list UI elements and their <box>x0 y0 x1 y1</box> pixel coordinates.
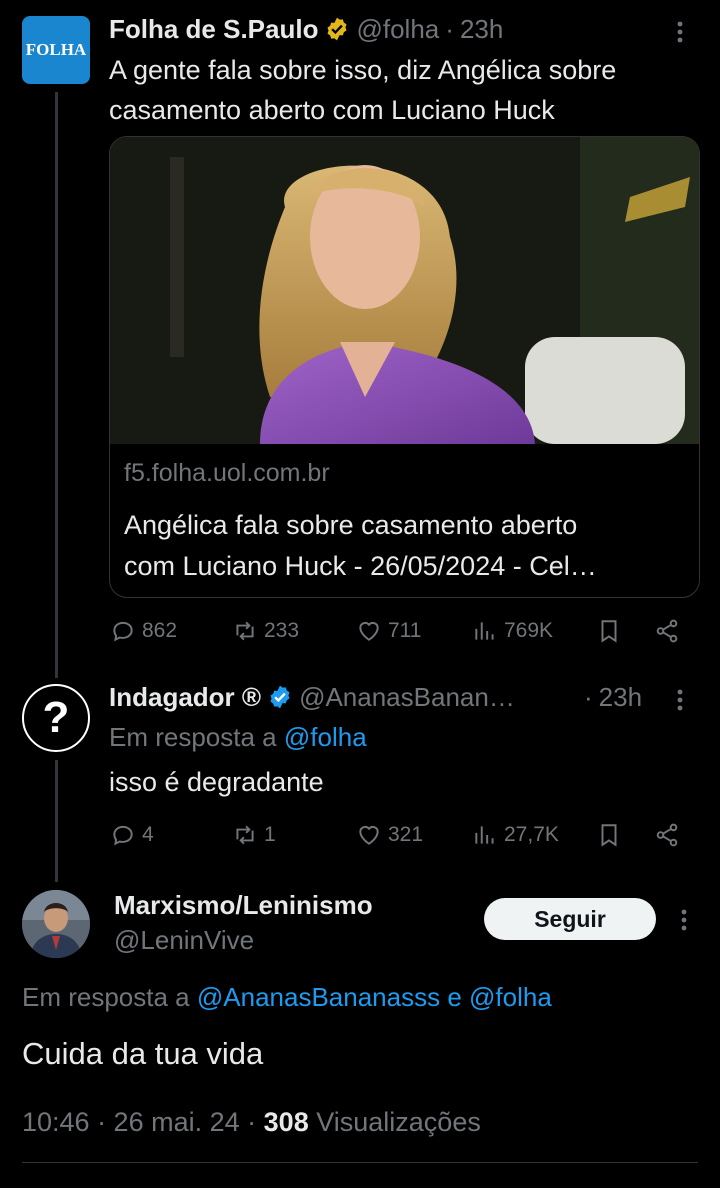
avatar-indagador[interactable]: ? <box>22 684 90 752</box>
avatar-folha[interactable]: FOLHA <box>22 16 90 84</box>
like-icon <box>359 825 379 845</box>
tweet-time[interactable]: 23h <box>599 682 642 713</box>
like-count: 321 <box>388 823 424 846</box>
reply-mention[interactable]: @folha <box>469 982 552 1012</box>
more-icon[interactable] <box>676 688 684 712</box>
like-button[interactable]: 711 <box>356 618 421 644</box>
reply-mention[interactable]: @AnanasBananasss <box>197 982 440 1012</box>
repost-count: 233 <box>264 619 300 642</box>
reply-count: 862 <box>142 619 178 642</box>
repost-icon <box>236 825 254 845</box>
author-name[interactable]: Folha de S.Paulo <box>109 14 318 45</box>
link-card-title-line: com Luciano Huck - 26/05/2024 - Cel… <box>124 551 597 581</box>
reply-prefix: Em resposta a <box>22 982 190 1012</box>
share-icon <box>656 823 678 847</box>
views-icon <box>475 826 494 844</box>
share-button[interactable] <box>654 822 680 848</box>
repost-count: 1 <box>264 823 276 846</box>
repost-button[interactable]: 1 <box>232 822 276 848</box>
tweet-text: isso é degradante <box>109 767 324 797</box>
views-icon <box>475 622 494 640</box>
reply-icon <box>113 621 133 642</box>
like-button[interactable]: 321 <box>356 822 423 848</box>
question-mark-avatar: ? <box>42 693 70 742</box>
bookmark-icon <box>601 620 617 643</box>
bookmark-icon <box>601 824 617 847</box>
author-handle[interactable]: @LeninVive <box>114 925 254 956</box>
views-count: 308 <box>263 1107 309 1137</box>
views-count: 27,7K <box>504 823 559 846</box>
tweet-meta: 10:46 · 26 mai. 24 · 308 Visualizações <box>22 1107 481 1138</box>
views-button[interactable]: 27,7K <box>472 822 559 848</box>
avatar-marxismo[interactable] <box>22 890 90 958</box>
reply-conjunction: e <box>447 982 462 1012</box>
link-card-title[interactable]: Angélica fala sobre casamento aberto com… <box>124 505 597 587</box>
link-card-domain[interactable]: f5.folha.uol.com.br <box>124 459 330 488</box>
more-icon[interactable] <box>680 908 688 932</box>
author-handle[interactable]: @folha <box>356 14 439 45</box>
link-card[interactable]: f5.folha.uol.com.br Angélica fala sobre … <box>109 136 700 598</box>
thread-line <box>55 92 58 678</box>
reply-button[interactable]: 4 <box>110 822 154 848</box>
reply-count: 4 <box>142 823 154 846</box>
tweet-text: A gente fala sobre isso, diz Angélica so… <box>109 50 616 130</box>
thread-line <box>55 760 58 882</box>
tweet-time[interactable]: 23h <box>460 14 503 45</box>
share-icon <box>656 619 678 643</box>
author-name[interactable]: Marxismo/Leninismo <box>114 890 373 921</box>
reply-icon <box>113 825 133 846</box>
views-count: 769K <box>504 619 554 642</box>
author-name[interactable]: Indagador ® <box>109 682 261 713</box>
like-icon <box>359 621 379 641</box>
reply-prefix: Em resposta a <box>109 722 277 752</box>
gold-verified-badge <box>324 16 350 42</box>
folha-logo: FOLHA <box>25 40 87 59</box>
link-card-image[interactable] <box>110 137 699 444</box>
more-icon[interactable] <box>676 20 684 44</box>
tweet-text: Cuida da tua vida <box>22 1036 264 1071</box>
bookmark-button[interactable] <box>596 822 622 848</box>
reply-context: Em resposta a @folha <box>109 722 367 753</box>
views-button[interactable]: 769K <box>472 618 553 644</box>
photo-illustration <box>110 137 699 444</box>
follow-button-label: Seguir <box>534 905 606 932</box>
views-label: Visualizações <box>316 1107 481 1137</box>
link-card-title-line: Angélica fala sobre casamento aberto <box>124 510 578 540</box>
bookmark-button[interactable] <box>596 618 622 644</box>
repost-button[interactable]: 233 <box>232 618 299 644</box>
reply-button[interactable]: 862 <box>110 618 177 644</box>
divider <box>22 1162 698 1163</box>
follow-button[interactable]: Seguir <box>484 898 656 940</box>
reply-context: Em resposta a @AnanasBananasss e @folha <box>22 982 552 1013</box>
tweet-timestamp[interactable]: 10:46 · 26 mai. 24 · <box>22 1107 256 1137</box>
separator-dot: · <box>445 13 454 44</box>
like-count: 711 <box>388 619 422 642</box>
reply-mention[interactable]: @folha <box>284 722 367 752</box>
profile-photo <box>22 890 90 958</box>
author-handle[interactable]: @AnanasBanan… <box>299 682 515 713</box>
separator-dot: · <box>584 681 593 712</box>
tweet-text-line: casamento aberto com Luciano Huck <box>109 95 555 125</box>
tweet-text-line: A gente fala sobre isso, diz Angélica so… <box>109 55 617 85</box>
repost-icon <box>236 621 254 641</box>
share-button[interactable] <box>654 618 680 644</box>
blue-verified-badge <box>267 684 293 710</box>
